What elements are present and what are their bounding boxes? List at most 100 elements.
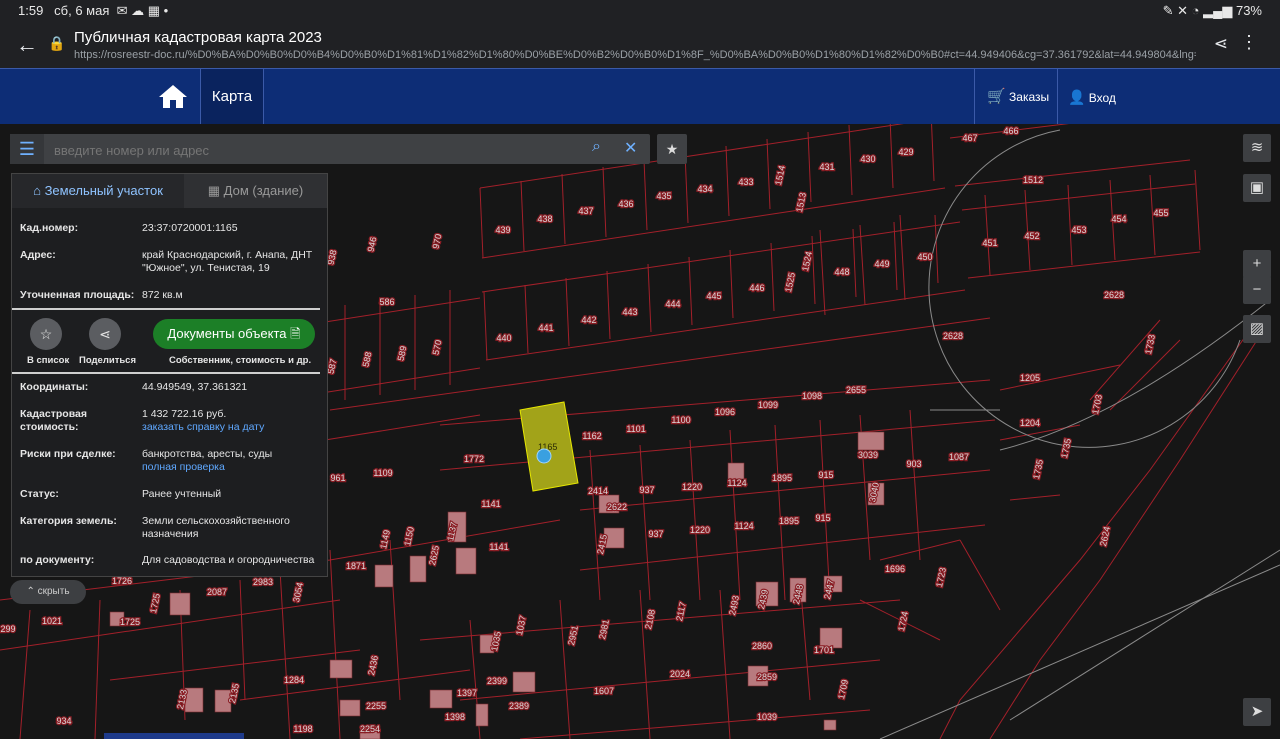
parcel-number-label: 1725	[148, 593, 162, 615]
category-value: Земли сельскохозяйственного назначения	[142, 515, 290, 540]
search-icon[interactable]: ⌕	[592, 138, 601, 156]
parcel-number-label: 915	[818, 470, 833, 480]
area-label: Уточненная площадь:	[20, 289, 135, 301]
share-icon[interactable]: ⋖	[1214, 34, 1228, 54]
document-icon: 🗎	[290, 326, 301, 341]
parcel-icon: ⌂	[33, 183, 41, 198]
parcel-number-label: 467	[962, 133, 977, 143]
menu-hamburger-icon[interactable]: ☰	[10, 134, 44, 164]
share-icon[interactable]: ⋖	[89, 318, 121, 350]
add-to-list-star-icon[interactable]: ☆	[30, 318, 62, 350]
coords-value: 44.949549, 37.361321	[142, 381, 248, 393]
back-arrow-icon[interactable]: ←	[16, 32, 38, 58]
select-area-icon[interactable]: ▣	[1243, 174, 1271, 202]
favorites-star-button[interactable]: ★	[657, 134, 687, 164]
zoom-out-button[interactable]: −	[1243, 276, 1271, 304]
parcel-number-label: 961	[330, 473, 345, 483]
parcel-number-label: 2628	[943, 331, 963, 341]
parcel-number-label: 1204	[1020, 418, 1040, 428]
parcel-number-label: 1725	[120, 617, 140, 627]
more-menu-icon[interactable]: ⋮	[1240, 32, 1258, 53]
parcel-number-label: 1735	[1031, 459, 1045, 481]
parcel-number-label: 1726	[112, 576, 132, 586]
parcel-number-label: 1772	[464, 454, 484, 464]
layers-icon[interactable]: ≋	[1243, 134, 1271, 162]
by-doc-value: Для садоводства и огородничества	[142, 554, 315, 566]
risks-text: банкротства, аресты, суды	[142, 448, 273, 460]
map-image-icon[interactable]: ▨	[1243, 315, 1271, 343]
tab-land-parcel[interactable]: ⌂ Земельный участок	[12, 174, 184, 208]
cad-cost-label: Кадастровая стоимость:	[20, 408, 87, 433]
parcel-number-label: 2859	[757, 672, 777, 682]
home-icon[interactable]	[158, 83, 190, 111]
parcel-number-label: 1124	[734, 521, 753, 531]
cad-cost-link[interactable]: заказать справку на дату	[142, 421, 264, 433]
parcel-number-label: 454	[1111, 214, 1126, 224]
zoom-in-button[interactable]: +	[1243, 250, 1271, 278]
parcel-number-label: 1087	[949, 452, 969, 462]
parcel-number-label: 903	[906, 459, 921, 469]
tab-house-label: Дом (здание)	[223, 183, 304, 198]
parcel-number-label: 1220	[690, 525, 710, 535]
parcel-number-label: 1149	[378, 529, 392, 550]
risks-link[interactable]: полная проверка	[142, 461, 225, 473]
parcel-number-label: 1709	[836, 679, 850, 701]
parcel-number-label: 442	[581, 315, 596, 325]
parcel-number-label: 448	[834, 267, 849, 277]
add-to-list-label[interactable]: В список	[27, 355, 69, 366]
parcel-boundary	[725, 145, 734, 319]
orders-button[interactable]: 🛒 Заказы	[974, 69, 1058, 125]
hide-panel-button[interactable]: ⌃ скрыть	[10, 580, 86, 604]
parcel-number-label: 1099	[758, 400, 778, 410]
parcel-number-label: 2255	[366, 701, 386, 711]
parcel-number-label: 1100	[671, 415, 690, 425]
parcel-number-label: 451	[982, 238, 997, 248]
area-value: 872 кв.м	[142, 289, 183, 301]
cart-icon: 🛒	[987, 88, 1006, 105]
status-time-date: 1:59 сб, 6 мая ✉ ☁ ▦ •	[18, 3, 169, 18]
cad-cost-value: 1 432 722.16 руб. заказать справку на дат…	[142, 408, 322, 434]
tab-map[interactable]: Карта	[200, 69, 264, 125]
parcel-number-label: 2624	[1098, 526, 1112, 548]
parcel-number-label: 2655	[846, 385, 866, 395]
hide-panel-label: скрыть	[37, 586, 70, 597]
parcel-number-label: 915	[815, 513, 830, 523]
parcel-number-label: 1397	[457, 688, 477, 698]
parcel-number-label: 1895	[779, 516, 799, 526]
parcel-number-label: 446	[749, 283, 764, 293]
lock-icon[interactable]: 🔒	[48, 35, 65, 52]
parcel-number-label: 1109	[373, 468, 392, 478]
login-button[interactable]: 👤 Вход	[1056, 69, 1126, 125]
parcel-number-label: 2622	[607, 502, 627, 512]
parcel-number-label: 1205	[1020, 373, 1040, 383]
parcel-number-label: 2436	[366, 655, 380, 677]
browser-toolbar: ← 🔒 Публичная кадастровая карта 2023 htt…	[0, 22, 1280, 68]
tab-land-label: Земельный участок	[44, 183, 163, 198]
login-label: Вход	[1088, 91, 1116, 105]
locate-me-icon[interactable]: ➤	[1243, 698, 1271, 726]
parcel-number-label: 1141	[489, 542, 508, 552]
search-input[interactable]	[52, 139, 586, 161]
parcel-number-label: 2983	[253, 577, 273, 587]
address-value: край Краснодарский, г. Анапа, ДНТ "Южное…	[142, 249, 313, 274]
parcel-number-label: 586	[379, 297, 394, 307]
parcel-number-label: 970	[431, 233, 444, 250]
parcel-number-label: 444	[665, 299, 680, 309]
documents-button[interactable]: Документы объекта 🗎	[153, 319, 315, 349]
parcel-number-label: 946	[366, 236, 379, 253]
tab-house[interactable]: ▦ Дом (здание)	[184, 174, 327, 208]
share-label[interactable]: Поделиться	[79, 355, 136, 366]
parcel-number-label: 1607	[594, 686, 614, 696]
clear-icon[interactable]: ✕	[624, 138, 637, 158]
address-label: Адрес:	[20, 249, 56, 261]
battery-level: 73%	[1235, 3, 1262, 18]
parcel-number-label: 435	[656, 191, 671, 201]
url-text[interactable]: https://rosreestr-doc.ru/%D0%BA%D0%B0%D0…	[74, 49, 1196, 61]
cad-number-value[interactable]: 23:37:0720001:1165	[142, 222, 322, 235]
parcel-number-label: 3054	[291, 582, 305, 604]
parcel-number-label: 1124	[727, 478, 746, 488]
divider	[12, 308, 320, 310]
parcel-number-label: 2117	[674, 601, 688, 622]
parcel-number-label: 589	[396, 345, 409, 362]
system-status-bar: 1:59 сб, 6 мая ✉ ☁ ▦ • ✎ ✕ ◔ ▂▄▆ 73%	[0, 0, 1280, 22]
